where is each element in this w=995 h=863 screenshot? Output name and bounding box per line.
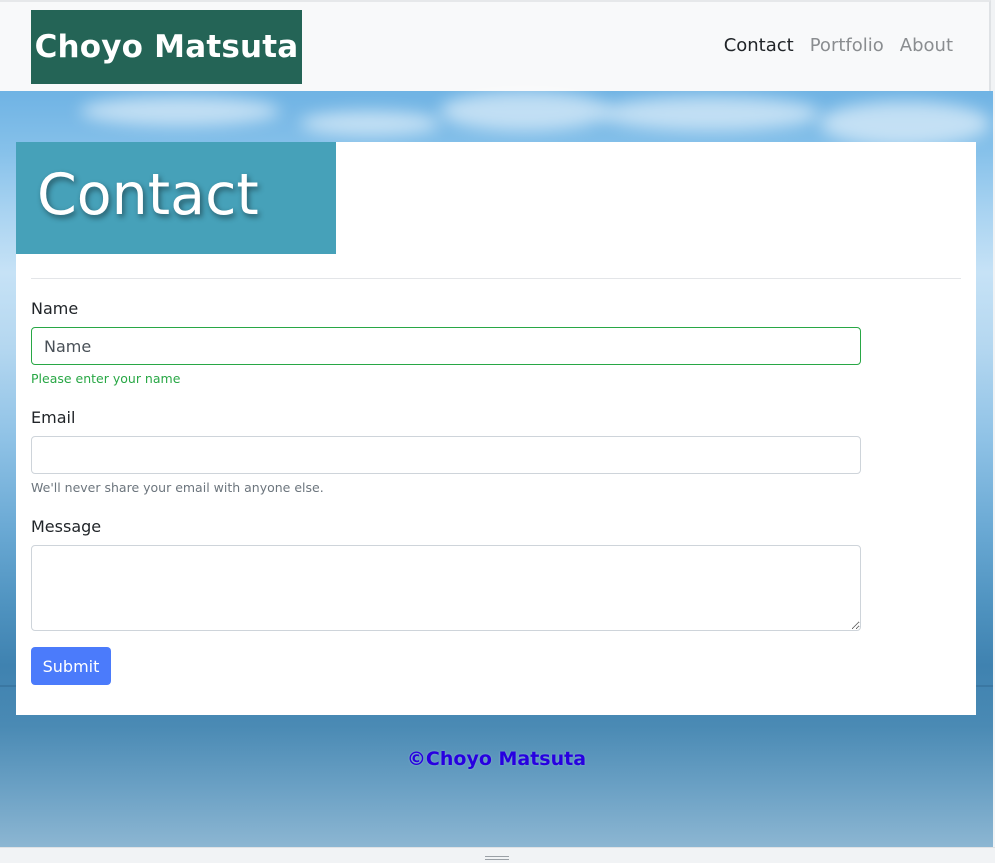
- message-label: Message: [31, 517, 102, 536]
- name-input[interactable]: [31, 327, 861, 365]
- email-help-text: We'll never share your email with anyone…: [31, 480, 324, 495]
- nav-link-contact[interactable]: Contact: [724, 35, 794, 56]
- page-title: Contact: [37, 162, 259, 228]
- divider: [31, 278, 961, 279]
- email-input[interactable]: [31, 436, 861, 474]
- email-label: Email: [31, 408, 76, 427]
- name-label: Name: [31, 299, 79, 318]
- name-help-text: Please enter your name: [31, 371, 181, 386]
- page: Choyo Matsuta Contact Portfolio About Co…: [0, 0, 995, 863]
- nav-link-about[interactable]: About: [900, 35, 953, 56]
- submit-button[interactable]: Submit: [31, 647, 111, 685]
- top-navbar: Choyo Matsuta Contact Portfolio About: [0, 0, 991, 91]
- footer-copyright: ©Choyo Matsuta: [406, 748, 587, 770]
- hero-banner: Contact: [16, 142, 336, 254]
- resize-handle-icon[interactable]: [485, 856, 509, 860]
- bottom-bar: [0, 847, 995, 863]
- nav-links: Contact Portfolio About: [724, 35, 953, 56]
- nav-link-portfolio[interactable]: Portfolio: [810, 35, 884, 56]
- brand-logo[interactable]: Choyo Matsuta: [31, 10, 302, 84]
- contact-card: Contact Name Please enter your name Emai…: [16, 142, 976, 715]
- message-textarea[interactable]: [31, 545, 861, 631]
